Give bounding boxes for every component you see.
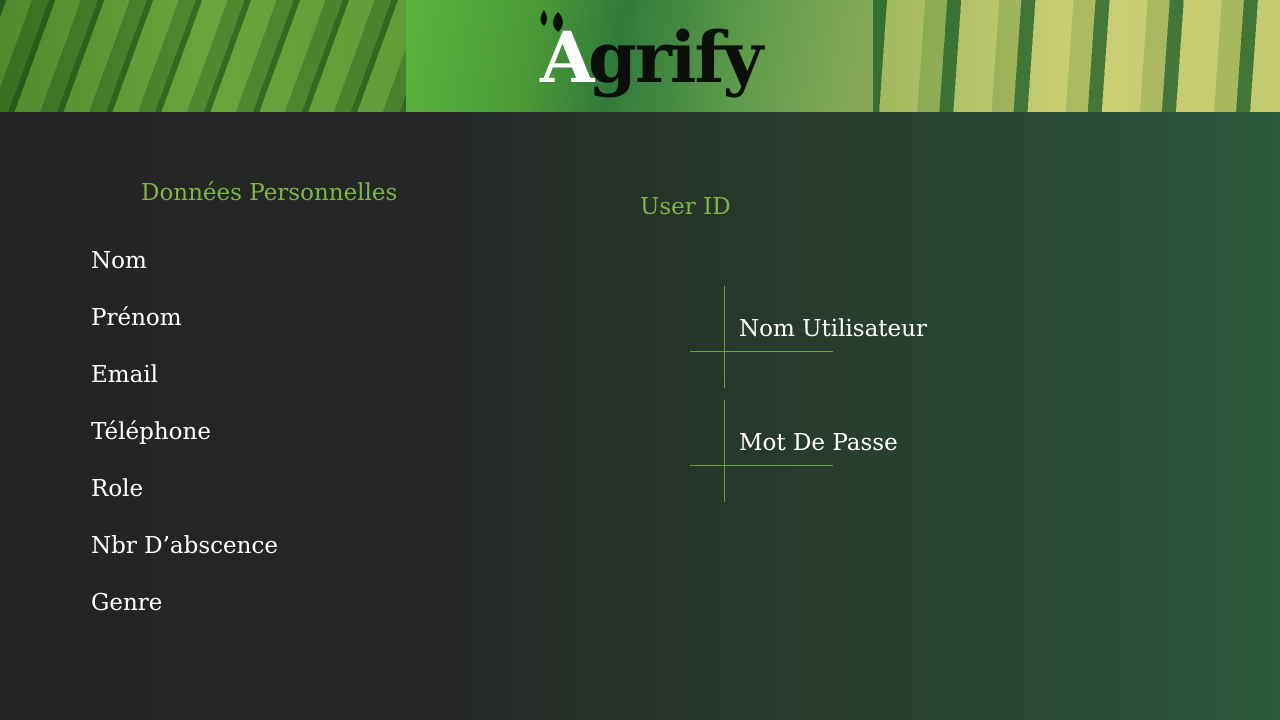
username-horizontal-rule bbox=[690, 351, 833, 352]
logo-wordmark: grify bbox=[588, 16, 763, 99]
username-vertical-rule bbox=[724, 286, 725, 388]
field-telephone: Téléphone bbox=[91, 419, 211, 445]
personal-field-list: Nom Prénom Email Téléphone Role Nbr D’ab… bbox=[91, 246, 278, 645]
header-banner: A grify bbox=[0, 0, 1280, 112]
field-nom: Nom bbox=[91, 248, 147, 274]
password-horizontal-rule bbox=[690, 465, 833, 466]
crop-field-image-left bbox=[0, 0, 406, 112]
password-vertical-rule bbox=[724, 400, 725, 502]
field-nbr-absence: Nbr D’abscence bbox=[91, 533, 278, 559]
agrify-logo: A grify bbox=[538, 8, 763, 108]
user-id-heading: User ID bbox=[640, 194, 731, 220]
username-label: Nom Utilisateur bbox=[739, 316, 927, 342]
logo-letter-a: A bbox=[540, 16, 595, 99]
field-role: Role bbox=[91, 476, 144, 502]
username-field[interactable]: Nom Utilisateur bbox=[690, 286, 950, 388]
crop-field-image-right bbox=[873, 0, 1280, 112]
field-email: Email bbox=[91, 362, 159, 388]
field-prenom: Prénom bbox=[91, 305, 182, 331]
password-field[interactable]: Mot De Passe bbox=[690, 400, 950, 502]
password-label: Mot De Passe bbox=[739, 430, 898, 456]
field-genre: Genre bbox=[91, 590, 163, 616]
personal-data-heading: Données Personnelles bbox=[141, 180, 398, 206]
